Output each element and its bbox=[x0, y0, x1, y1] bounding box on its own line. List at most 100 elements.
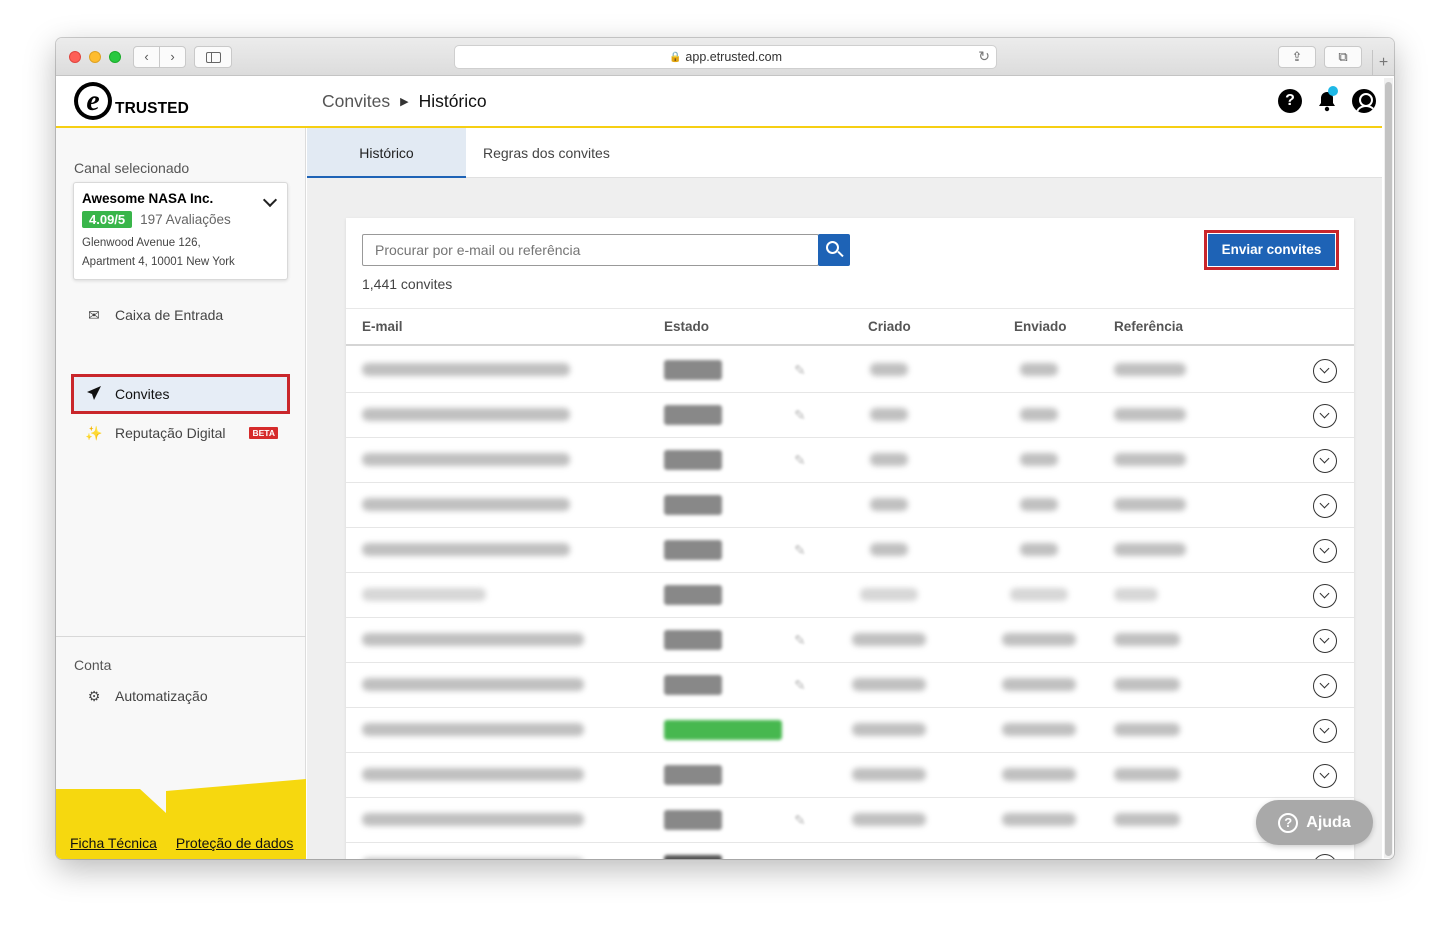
edit-icon[interactable]: ✎ bbox=[794, 452, 806, 469]
share-button[interactable]: ⇪ bbox=[1278, 46, 1316, 68]
expand-row-icon[interactable] bbox=[1313, 629, 1337, 653]
page-scrollbar[interactable] bbox=[1384, 78, 1393, 858]
expand-row-icon[interactable] bbox=[1313, 584, 1337, 608]
sidebar-toggle-button[interactable] bbox=[194, 46, 232, 68]
breadcrumb-separator-icon: ▶ bbox=[400, 96, 409, 108]
search-button[interactable] bbox=[818, 234, 850, 266]
table-row[interactable] bbox=[346, 843, 1354, 859]
table-row[interactable] bbox=[346, 753, 1354, 798]
address-bar[interactable]: 🔒 app.etrusted.com ↻ bbox=[454, 45, 997, 69]
expand-row-icon[interactable] bbox=[1313, 359, 1337, 383]
browser-window: ‹ › 🔒 app.etrusted.com ↻ ⇪ ⧉ + e TRUSTED… bbox=[56, 38, 1394, 859]
tab-invite-rules[interactable]: Regras dos convites bbox=[483, 128, 610, 178]
status-badge bbox=[664, 630, 722, 650]
question-icon: ? bbox=[1278, 812, 1299, 833]
table-row[interactable]: ✎ bbox=[346, 663, 1354, 708]
sidebar-item-label: Automatização bbox=[115, 688, 208, 704]
etrusted-logo[interactable]: e TRUSTED bbox=[74, 82, 189, 120]
minimize-window-button[interactable] bbox=[89, 51, 101, 63]
table-row[interactable] bbox=[346, 573, 1354, 618]
expand-row-icon[interactable] bbox=[1313, 764, 1337, 788]
logo-e-icon: e bbox=[74, 82, 112, 120]
notification-bell-icon[interactable] bbox=[1315, 86, 1339, 113]
reload-icon[interactable]: ↻ bbox=[978, 48, 990, 65]
tab-bar: Histórico Regras dos convites bbox=[307, 128, 1382, 178]
forward-icon[interactable]: › bbox=[159, 47, 185, 67]
sidebar-item-invites[interactable]: Convites bbox=[71, 374, 290, 414]
expand-row-icon[interactable] bbox=[1313, 404, 1337, 428]
redacted-sent bbox=[1020, 408, 1058, 421]
zoom-window-button[interactable] bbox=[109, 51, 121, 63]
table-row[interactable]: ✎ bbox=[346, 393, 1354, 438]
table-row[interactable]: ✎ bbox=[346, 798, 1354, 843]
footer-link-technical-sheet[interactable]: Ficha Técnica bbox=[70, 835, 157, 851]
status-badge bbox=[664, 675, 722, 695]
redacted-email bbox=[362, 723, 584, 736]
send-invites-button[interactable]: Enviar convites bbox=[1208, 234, 1335, 266]
edit-icon[interactable]: ✎ bbox=[794, 632, 806, 649]
table-row[interactable] bbox=[346, 708, 1354, 753]
browser-toolbar: ‹ › 🔒 app.etrusted.com ↻ ⇪ ⧉ + bbox=[56, 38, 1394, 76]
breadcrumb-parent[interactable]: Convites bbox=[322, 91, 390, 112]
expand-row-icon[interactable] bbox=[1313, 539, 1337, 563]
edit-icon[interactable]: ✎ bbox=[794, 542, 806, 559]
sidebar-item-inbox[interactable]: ✉ Caixa de Entrada bbox=[74, 297, 286, 333]
back-icon[interactable]: ‹ bbox=[134, 47, 159, 67]
status-badge bbox=[664, 540, 722, 560]
expand-row-icon[interactable] bbox=[1313, 494, 1337, 518]
sidebar-item-label: Convites bbox=[115, 386, 170, 402]
status-badge bbox=[664, 585, 722, 605]
share-icon: ⇪ bbox=[1291, 49, 1303, 64]
redacted-sent bbox=[1020, 363, 1058, 376]
redacted-email bbox=[362, 363, 570, 376]
redacted-sent bbox=[1002, 633, 1076, 646]
table-row[interactable]: ✎ bbox=[346, 618, 1354, 663]
redacted-email bbox=[362, 453, 570, 466]
channel-selector[interactable]: Awesome NASA Inc. 4.09/5 197 Avaliações … bbox=[73, 182, 288, 280]
tab-history[interactable]: Histórico bbox=[307, 128, 466, 178]
redacted-created bbox=[852, 723, 926, 736]
redacted-reference bbox=[1114, 813, 1180, 826]
expand-row-icon[interactable] bbox=[1313, 674, 1337, 698]
sidebar-item-digital-reputation[interactable]: ✨ Reputação Digital BETA bbox=[74, 415, 286, 451]
redacted-email bbox=[362, 588, 486, 601]
status-badge bbox=[664, 450, 722, 470]
review-count: 197 Avaliações bbox=[140, 212, 231, 227]
help-chat-button[interactable]: ? Ajuda bbox=[1256, 800, 1373, 845]
tab-overview-button[interactable]: ⧉ bbox=[1324, 46, 1362, 68]
status-badge bbox=[664, 405, 722, 425]
logo-wordmark: TRUSTED bbox=[115, 100, 189, 117]
tabs-icon: ⧉ bbox=[1338, 49, 1348, 64]
redacted-created bbox=[852, 678, 926, 691]
account-icon[interactable] bbox=[1352, 89, 1376, 113]
redacted-reference bbox=[1114, 723, 1180, 736]
table-row[interactable]: ✎ bbox=[346, 528, 1354, 573]
redacted-created bbox=[852, 768, 926, 781]
sidebar-item-label: Caixa de Entrada bbox=[115, 307, 224, 323]
edit-icon[interactable]: ✎ bbox=[794, 677, 806, 694]
redacted-reference bbox=[1114, 363, 1186, 376]
table-row[interactable]: ✎ bbox=[346, 438, 1354, 483]
channel-label: Canal selecionado bbox=[74, 160, 190, 176]
edit-icon[interactable]: ✎ bbox=[794, 362, 806, 379]
redacted-sent bbox=[1020, 453, 1058, 466]
channel-address: Glenwood Avenue 126, Apartment 4, 10001 … bbox=[82, 234, 279, 272]
expand-row-icon[interactable] bbox=[1313, 854, 1337, 859]
address-line-2: Apartment 4, 10001 New York bbox=[82, 256, 235, 268]
expand-row-icon[interactable] bbox=[1313, 719, 1337, 743]
sidebar-item-automation[interactable]: ⚙ Automatização bbox=[74, 678, 286, 714]
expand-row-icon[interactable] bbox=[1313, 449, 1337, 473]
table-row[interactable]: ✎ bbox=[346, 348, 1354, 393]
help-icon[interactable]: ? bbox=[1278, 89, 1302, 113]
close-window-button[interactable] bbox=[69, 51, 81, 63]
edit-icon[interactable]: ✎ bbox=[794, 407, 806, 424]
footer-link-data-protection[interactable]: Proteção de dados bbox=[176, 835, 294, 851]
redacted-sent bbox=[1020, 498, 1058, 511]
redacted-sent bbox=[1002, 678, 1076, 691]
scrollbar-thumb[interactable] bbox=[1385, 82, 1392, 856]
search-input[interactable] bbox=[362, 234, 819, 266]
edit-icon[interactable]: ✎ bbox=[794, 812, 806, 829]
status-badge bbox=[664, 360, 722, 380]
table-row[interactable] bbox=[346, 483, 1354, 528]
new-tab-button[interactable]: + bbox=[1372, 50, 1394, 76]
